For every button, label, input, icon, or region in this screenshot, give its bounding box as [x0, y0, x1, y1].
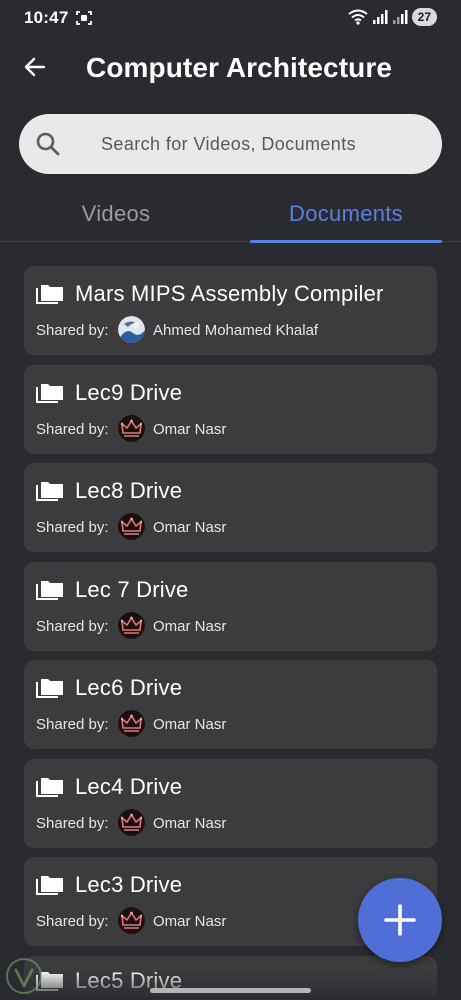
shared-by-label: Shared by: [36, 617, 109, 635]
document-title: Mars MIPS Assembly Compiler [75, 281, 384, 306]
status-bar: 10:47 27 [0, 0, 461, 36]
folder-icon [36, 876, 63, 895]
sharer-name: Omar Nasr [153, 617, 227, 635]
document-title: Lec3 Drive [75, 872, 183, 897]
folder-icon [36, 383, 63, 403]
active-tab-indicator [250, 240, 442, 243]
sharer-name: Omar Nasr [153, 519, 227, 536]
folder-icon [36, 482, 63, 501]
crown-avatar [118, 513, 145, 540]
document-title: Lec8 Drive [75, 478, 183, 503]
document-card[interactable]: Mars MIPS Assembly Compiler Shared by: A… [24, 266, 437, 355]
battery-badge: 27 [411, 8, 437, 26]
sharer-name: Omar Nasr [153, 420, 227, 438]
tab-bar: Videos Documents [0, 186, 461, 243]
tab-videos[interactable]: Videos [16, 186, 216, 242]
signal-icon [372, 10, 388, 24]
shared-by-label: Shared by: [36, 913, 109, 930]
crown-avatar [118, 710, 145, 737]
document-title: Lec6 Drive [75, 675, 183, 700]
document-card[interactable]: Lec6 Drive Shared by: Omar Nasr [24, 660, 437, 749]
page-title: Computer Architecture [86, 52, 392, 83]
document-card[interactable]: Lec8 Drive Shared by: Omar Nasr [24, 463, 437, 552]
screen: 10:47 27 Computer Architecture Search fo… [0, 0, 461, 1000]
wifi-icon [348, 9, 368, 25]
back-button[interactable] [18, 50, 52, 84]
sharer-name: Omar Nasr [153, 814, 227, 832]
screenshot-icon [76, 11, 92, 25]
shared-by-label: Shared by: [36, 519, 109, 536]
landscape-avatar [118, 316, 145, 343]
shared-by-label: Shared by: [36, 716, 109, 733]
sharer-name: Omar Nasr [153, 716, 227, 733]
arrow-left-icon [24, 57, 46, 77]
signal-secondary-icon [392, 10, 408, 24]
document-card[interactable]: Lec4 Drive Shared by: Omar Nasr [24, 758, 437, 848]
search-bar[interactable] [19, 114, 442, 174]
folder-icon [36, 580, 63, 600]
add-document-button[interactable] [358, 878, 442, 962]
app-bar: Computer Architecture [0, 36, 461, 100]
gesture-nav-handle[interactable] [150, 988, 311, 993]
document-title: Lec4 Drive [75, 773, 183, 799]
crown-avatar [118, 414, 145, 442]
folder-icon [36, 285, 63, 304]
folder-icon [36, 679, 63, 698]
shared-by-label: Shared by: [36, 420, 109, 438]
shared-by-label: Shared by: [36, 322, 109, 339]
status-time: 10:47 [24, 8, 69, 27]
search-input[interactable] [101, 114, 431, 174]
tab-documents[interactable]: Documents [246, 186, 446, 242]
status-icons: 27 [348, 8, 437, 26]
crown-avatar [118, 611, 145, 639]
sharer-name: Omar Nasr [153, 913, 227, 930]
document-title: Lec9 Drive [75, 379, 183, 405]
shared-by-label: Shared by: [36, 814, 109, 832]
search-icon [36, 132, 60, 156]
sharer-name: Ahmed Mohamed Khalaf [153, 322, 319, 339]
crown-avatar [118, 907, 145, 934]
crown-avatar [118, 808, 145, 836]
document-card[interactable]: Lec9 Drive Shared by: Omar Nasr [24, 364, 437, 454]
plus-icon [384, 904, 416, 936]
document-title: Lec 7 Drive [75, 576, 189, 602]
document-card[interactable]: Lec 7 Drive Shared by: Omar Nasr [24, 561, 437, 651]
watermark-logo-icon [6, 958, 42, 994]
folder-icon [36, 777, 63, 797]
